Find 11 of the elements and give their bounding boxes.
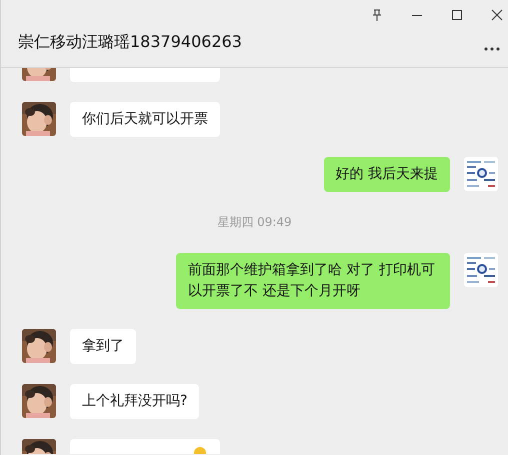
pin-icon[interactable] bbox=[370, 8, 384, 22]
timestamp: 星期四 09:49 bbox=[217, 214, 292, 231]
message-bubble: 前面那个维护箱拿到了哈 对了 打印机可以开票了不 还是下个月开呀 bbox=[176, 253, 450, 309]
more-icon[interactable] bbox=[484, 46, 500, 50]
maximize-icon[interactable] bbox=[450, 8, 464, 22]
message-bubble: 上个礼拜没开吗? bbox=[70, 384, 200, 419]
window-title: 崇仁移动汪璐瑶18379406263 bbox=[18, 32, 242, 53]
message-bubble: 好的 我后天来提 bbox=[324, 157, 450, 192]
message-bubble: 你们后天就可以开票 bbox=[70, 102, 220, 137]
close-icon[interactable] bbox=[490, 8, 504, 22]
message-bubble: 拿到了 bbox=[70, 329, 136, 364]
